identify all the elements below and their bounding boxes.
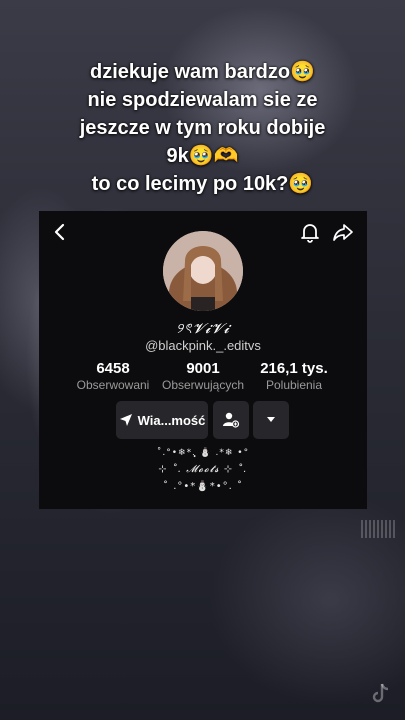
profile-handle: @blackpink._.editvs [145,338,261,353]
caption-line: nie spodziewalam sie ze [87,89,318,111]
likes-label: Polubienia [265,378,323,392]
add-friend-button[interactable] [213,401,249,439]
followers-count: 9001 [186,360,220,377]
bell-icon[interactable] [299,221,321,243]
chevron-left-icon[interactable] [49,221,71,243]
following-stat[interactable]: 6458 Obserwowani [69,360,157,392]
tiktok-logo-icon [372,683,389,703]
caption-line: jeszcze w tym roku dobije [79,117,326,139]
caret-down-icon [267,417,275,422]
video-caption-overlay: dziekuje wam bardzo🥹 nie spodziewalam si… [0,58,405,198]
likes-count: 216,1 tys. [260,360,328,377]
avatar-photo [163,231,243,311]
caption-line: to co lecimy po 10k?🥹 [91,173,314,195]
bio-line: ˚.°•❄︎*.̩̩̥͙ ⛄ .*❄︎ •° [156,448,250,458]
followers-label: Obserwujących [161,378,245,392]
bio-line: ⊹ ˚. 𝓜𝓸𝓸𝓽𝓼 ⊹ ˚. [158,464,248,475]
message-button[interactable]: Wia...mość [116,401,208,439]
likes-stat[interactable]: 216,1 tys. Polubienia [249,360,339,392]
background-barcode-decoration [361,520,397,538]
caption-line: dziekuje wam bardzo🥹 [90,61,315,83]
avatar[interactable] [163,231,243,311]
add-user-icon [223,412,240,428]
following-label: Obserwowani [76,378,150,392]
share-arrow-icon[interactable] [332,221,354,243]
paper-plane-icon [119,414,132,426]
message-button-label: Wia...mość [137,412,206,428]
bio-line: ˚ .°•*⛄*•°. ˚ [163,481,243,492]
caption-line: 9k🥹🫶 [166,145,239,167]
more-options-dropdown-button[interactable] [253,401,289,439]
followers-stat[interactable]: 9001 Obserwujących [155,360,251,392]
profile-screenshot-card: ୨ৎ𝓥𝓲𝓥𝓲 @blackpink._.editvs 6458 Obserwow… [39,211,367,509]
following-count: 6458 [96,360,130,377]
